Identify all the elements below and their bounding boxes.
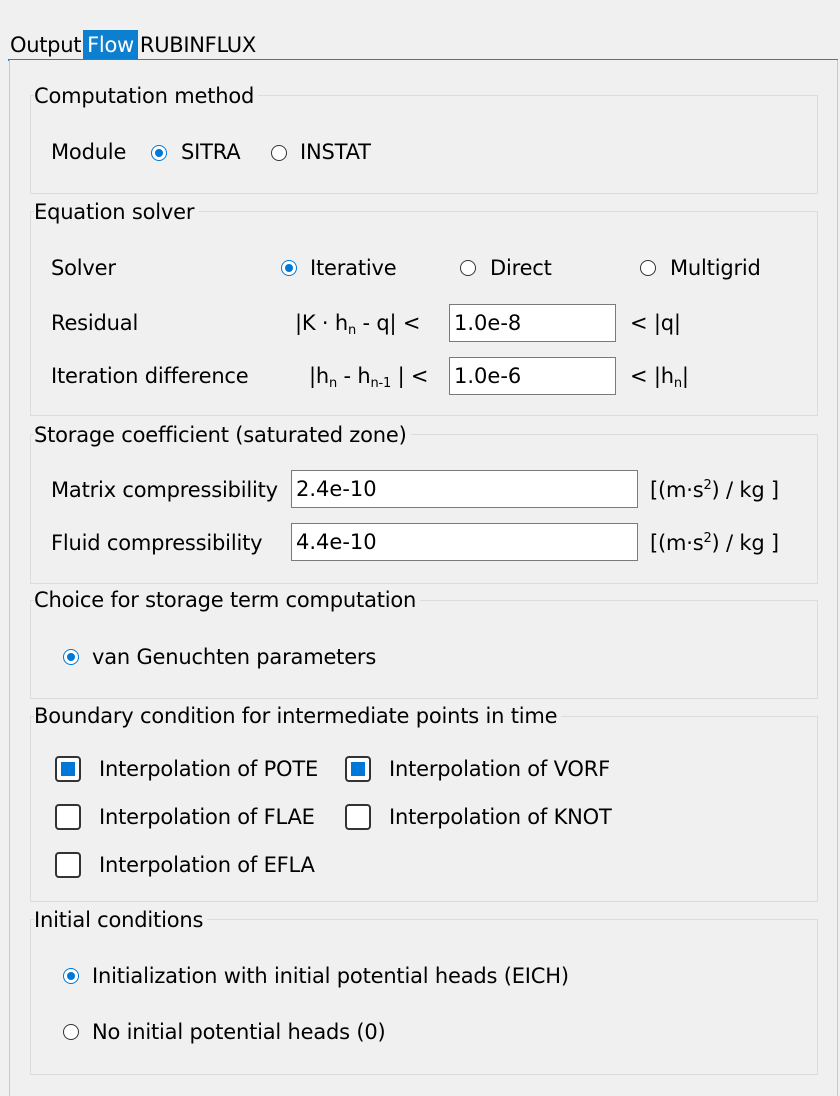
pote-checkbox[interactable] xyxy=(55,756,81,782)
matrix-label: Matrix compressibility xyxy=(51,478,278,502)
fluid-unit: [(m·s2) / kg ] xyxy=(650,531,779,555)
sitra-radio[interactable] xyxy=(151,145,167,161)
iteration-formula: |hn - hn-1 | < xyxy=(309,364,429,391)
iterative-label[interactable]: Iterative xyxy=(310,256,397,280)
initial-group xyxy=(30,919,818,1075)
instat-radio[interactable] xyxy=(271,145,287,161)
flae-checkbox[interactable] xyxy=(55,804,81,830)
knot-checkbox[interactable] xyxy=(345,804,371,830)
direct-radio[interactable] xyxy=(460,260,476,276)
multigrid-radio[interactable] xyxy=(640,260,656,276)
solver-label: Solver xyxy=(51,256,116,280)
solver-title: Equation solver xyxy=(34,200,199,224)
fluid-label: Fluid compressibility xyxy=(51,531,263,555)
residual-formula: |K · hn - q| < xyxy=(295,311,421,338)
flae-label[interactable]: Interpolation of FLAE xyxy=(99,805,315,829)
iteration-label: Iteration difference xyxy=(51,364,249,388)
storage-group xyxy=(30,434,818,584)
matrix-input[interactable]: 2.4e-10 xyxy=(291,470,638,508)
computation-group xyxy=(30,95,818,194)
no-initial-label[interactable]: No initial potential heads (0) xyxy=(92,1020,386,1044)
multigrid-label[interactable]: Multigrid xyxy=(670,256,761,280)
module-label: Module xyxy=(51,140,127,164)
residual-input[interactable]: 1.0e-8 xyxy=(449,304,616,342)
van-genuchten-radio[interactable] xyxy=(63,649,79,665)
van-genuchten-label[interactable]: van Genuchten parameters xyxy=(92,645,376,669)
storage-title: Storage coefficient (saturated zone) xyxy=(34,423,411,447)
tab-rubinflux[interactable]: RUBINFLUX xyxy=(138,30,258,60)
tab-flow[interactable]: Flow xyxy=(83,30,138,60)
iteration-unit: < |hn| xyxy=(630,364,689,391)
efla-checkbox[interactable] xyxy=(55,852,81,878)
direct-label[interactable]: Direct xyxy=(490,256,552,280)
vorf-label[interactable]: Interpolation of VORF xyxy=(389,757,610,781)
iterative-radio[interactable] xyxy=(281,260,297,276)
pote-label[interactable]: Interpolation of POTE xyxy=(99,757,318,781)
eich-label[interactable]: Initialization with initial potential he… xyxy=(92,964,569,988)
no-initial-radio[interactable] xyxy=(63,1024,79,1040)
tab-output[interactable]: Output xyxy=(8,30,83,60)
residual-unit: < |q| xyxy=(630,311,681,335)
vorf-checkbox[interactable] xyxy=(345,756,371,782)
efla-label[interactable]: Interpolation of EFLA xyxy=(99,853,315,877)
tab-bar: Output Flow RUBINFLUX xyxy=(8,28,258,60)
eich-radio[interactable] xyxy=(63,968,79,984)
sitra-label[interactable]: SITRA xyxy=(181,140,241,164)
instat-label[interactable]: INSTAT xyxy=(300,140,371,164)
residual-label: Residual xyxy=(51,311,139,335)
boundary-title: Boundary condition for intermediate poin… xyxy=(34,704,562,728)
computation-title: Computation method xyxy=(34,84,259,108)
fluid-input[interactable]: 4.4e-10 xyxy=(291,523,638,561)
initial-title: Initial conditions xyxy=(34,908,208,932)
matrix-unit: [(m·s2) / kg ] xyxy=(650,478,779,502)
storage-term-title: Choice for storage term computation xyxy=(34,588,421,612)
iteration-input[interactable]: 1.0e-6 xyxy=(449,357,616,395)
knot-label[interactable]: Interpolation of KNOT xyxy=(389,805,612,829)
